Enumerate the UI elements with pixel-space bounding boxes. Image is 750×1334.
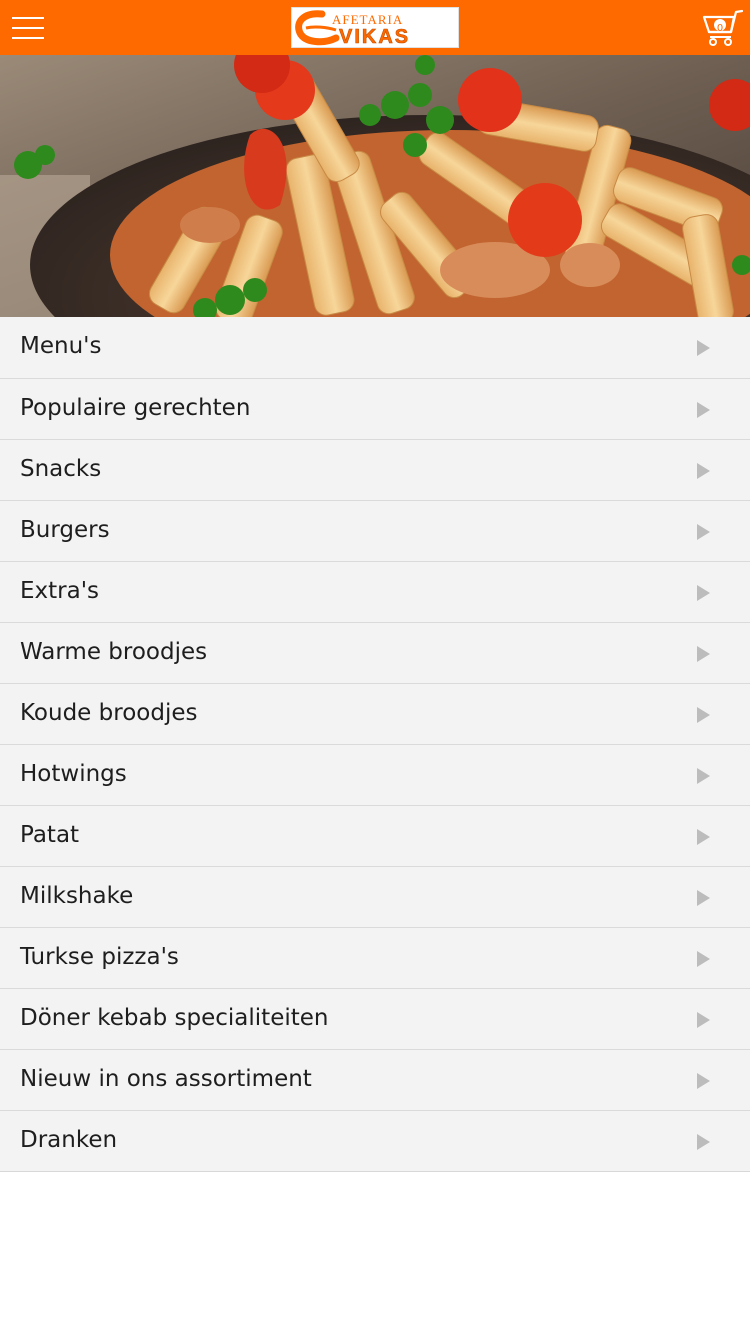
triangle-right-icon <box>697 1073 710 1089</box>
triangle-right-icon <box>697 585 710 601</box>
menu-item-label: Extra's <box>20 578 100 604</box>
pasta-dish-photo <box>0 55 750 317</box>
triangle-right-icon <box>697 768 710 784</box>
menu-item-label: Milkshake <box>20 883 134 909</box>
menu-item[interactable]: Extra's <box>0 561 750 622</box>
menu-item[interactable]: Turkse pizza's <box>0 927 750 988</box>
logo-line2: VIKAS <box>339 26 410 47</box>
triangle-right-icon <box>697 707 710 723</box>
menu-item-label: Turkse pizza's <box>20 944 179 970</box>
menu-item[interactable]: Koude broodjes <box>0 683 750 744</box>
menu-item-label: Koude broodjes <box>20 700 198 726</box>
menu-item[interactable]: Dranken <box>0 1110 750 1171</box>
logo-line1: AFETARIA <box>332 12 403 27</box>
hamburger-line <box>12 37 44 39</box>
menu-item-label: Menu's <box>20 333 102 359</box>
menu-item[interactable]: Populaire gerechten <box>0 378 750 439</box>
cart-count-badge: 0 <box>716 23 724 34</box>
menu-item[interactable]: Döner kebab specialiteiten <box>0 988 750 1049</box>
menu-item[interactable]: Snacks <box>0 439 750 500</box>
triangle-right-icon <box>697 524 710 540</box>
menu-item-label: Hotwings <box>20 761 127 787</box>
hamburger-icon[interactable] <box>12 16 44 40</box>
menu-item[interactable]: Milkshake <box>0 866 750 927</box>
menu-item-label: Nieuw in ons assortiment <box>20 1066 312 1092</box>
menu-item[interactable]: Hotwings <box>0 744 750 805</box>
hamburger-line <box>12 27 44 29</box>
hamburger-line <box>12 17 44 19</box>
triangle-right-icon <box>697 646 710 662</box>
menu-item-label: Döner kebab specialiteiten <box>20 1005 329 1031</box>
logo-graphic: AFETARIA VIKAS <box>292 8 458 47</box>
menu-item-label: Burgers <box>20 517 110 543</box>
menu-item-label: Warme broodjes <box>20 639 208 665</box>
menu-item-label: Populaire gerechten <box>20 395 251 421</box>
triangle-right-icon <box>697 1012 710 1028</box>
triangle-right-icon <box>697 829 710 845</box>
triangle-right-icon <box>697 1134 710 1150</box>
triangle-right-icon <box>697 463 710 479</box>
triangle-right-icon <box>697 951 710 967</box>
menu-item-label: Snacks <box>20 456 102 482</box>
triangle-right-icon <box>697 402 710 418</box>
menu-item-label: Dranken <box>20 1127 118 1153</box>
menu-item[interactable]: Nieuw in ons assortiment <box>0 1049 750 1110</box>
menu-item[interactable]: Menu's <box>0 317 750 378</box>
category-menu: Menu's Populaire gerechten Snacks Burgers Ex… <box>0 317 750 1172</box>
menu-item[interactable]: Warme broodjes <box>0 622 750 683</box>
menu-item-label: Patat <box>20 822 80 848</box>
triangle-right-icon <box>697 340 710 356</box>
app-header: AFETARIA VIKAS 0 <box>0 0 750 55</box>
menu-item[interactable]: Burgers <box>0 500 750 561</box>
hero-pasta-image <box>0 55 750 317</box>
menu-item[interactable]: Patat <box>0 805 750 866</box>
triangle-right-icon <box>697 890 710 906</box>
cafetaria-vikas-logo[interactable]: AFETARIA VIKAS <box>291 7 459 48</box>
